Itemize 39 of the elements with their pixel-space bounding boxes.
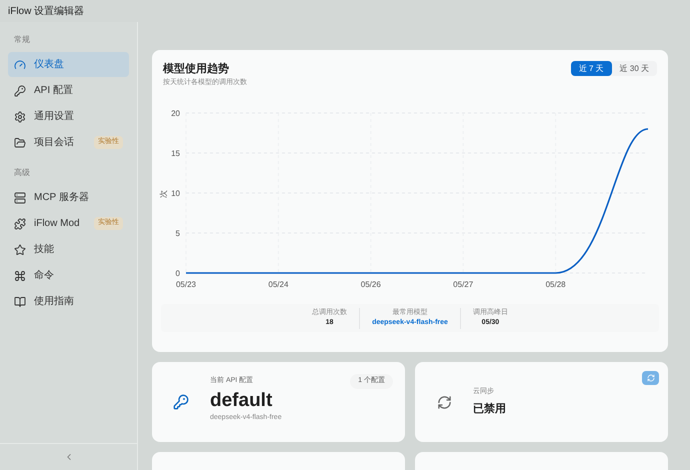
star-icon xyxy=(14,244,26,256)
sidebar-item[interactable]: 命令 xyxy=(8,263,129,288)
sync-icon xyxy=(436,394,452,410)
settings-icon xyxy=(14,110,26,122)
y-tick-label: 15 xyxy=(171,149,180,158)
gauge-icon xyxy=(14,58,26,70)
section-label: 常规 xyxy=(13,34,31,46)
sidebar-item[interactable]: 通用设置 xyxy=(8,104,129,129)
range-tab[interactable]: 近 30 天 xyxy=(612,61,657,76)
config-name: default xyxy=(210,388,274,412)
y-tick-label: 0 xyxy=(176,269,180,278)
sidebar-item[interactable]: 使用指南 xyxy=(8,289,129,314)
section-label: 高级 xyxy=(13,167,31,179)
book-icon xyxy=(14,296,26,308)
sidebar-item[interactable]: 技能 xyxy=(8,237,129,262)
folder-icon xyxy=(14,136,26,148)
y-tick-label: 20 xyxy=(171,109,180,118)
sync-button[interactable] xyxy=(642,371,659,385)
command-icon xyxy=(14,270,26,282)
x-tick-label: 05/28 xyxy=(546,280,566,289)
sidebar-item[interactable]: API 配置 xyxy=(8,78,129,103)
x-tick-label: 05/24 xyxy=(268,280,288,289)
key-icon xyxy=(14,84,26,96)
range-tab[interactable]: 近 7 天 xyxy=(570,61,612,76)
y-tick-label: 10 xyxy=(171,189,180,198)
x-tick-label: 05/26 xyxy=(360,280,381,289)
x-tick-label: 05/23 xyxy=(176,280,196,289)
window-title: iFlow 设置编辑器 xyxy=(8,4,84,18)
y-axis-label: 次 xyxy=(159,190,168,198)
key-icon xyxy=(173,394,189,410)
puzzle-icon xyxy=(14,218,26,230)
x-tick-label: 05/27 xyxy=(453,280,474,289)
refresh-icon xyxy=(646,374,654,382)
card-title: 模型使用趋势 xyxy=(163,62,230,77)
sync-status: 已禁用 xyxy=(473,402,506,417)
server-icon xyxy=(14,192,26,204)
sidebar-item[interactable]: MCP 服务器 xyxy=(8,185,129,210)
sidebar-item[interactable]: 仪表盘 xyxy=(8,52,129,77)
y-tick-label: 5 xyxy=(176,229,180,238)
